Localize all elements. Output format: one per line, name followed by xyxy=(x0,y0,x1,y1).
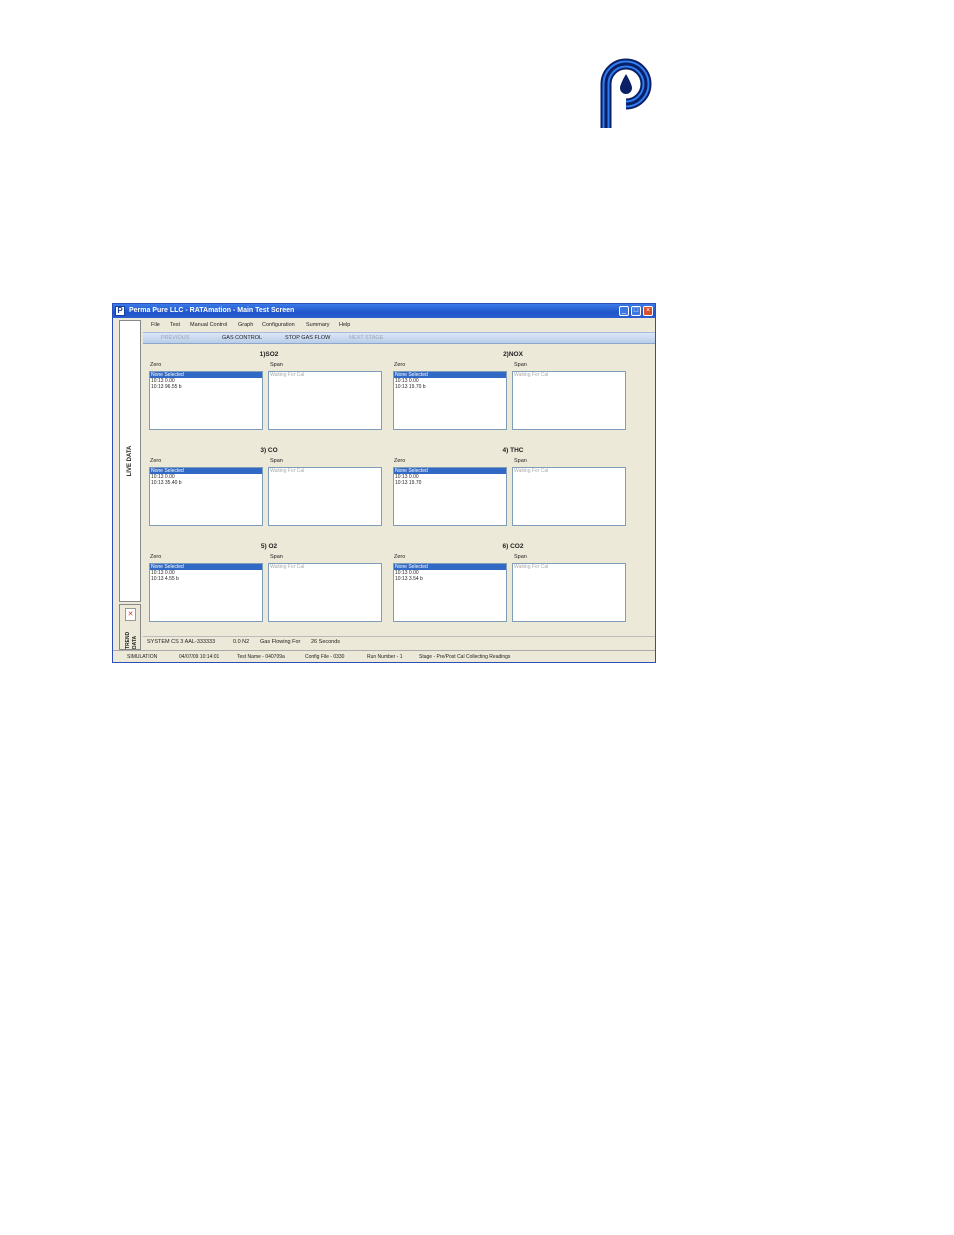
span-label: Span xyxy=(514,554,527,560)
config-file: Config File - 0330 xyxy=(305,654,345,660)
panel-title: 4) THC xyxy=(502,447,524,454)
stage-status: Stage - Pre/Post Cal Collecting Readings xyxy=(419,654,511,660)
zero-label: Zero xyxy=(150,362,162,368)
app-p-icon: P xyxy=(115,306,125,316)
status-bar: SIMULATION 04/07/09 10:14:01 Test Name -… xyxy=(113,650,655,662)
window-title: Perma Pure LLC - RATAmation - Main Test … xyxy=(129,307,295,314)
previous-button[interactable]: PREVIOUS xyxy=(161,333,189,343)
stop-gas-flow-button[interactable]: STOP GAS FLOW xyxy=(285,333,330,343)
gas-flow-label: Gas Flowing For xyxy=(260,639,301,645)
list-item[interactable]: Waiting For Cal xyxy=(269,564,381,570)
tab-live-data[interactable]: LIVE DATA xyxy=(119,320,141,602)
tab-trend-data[interactable]: ✕ TREND DATA xyxy=(119,604,141,650)
analyzer-panel-so2: 1)SO2 Zero Span None Selected 10:13 0.00… xyxy=(149,351,389,445)
zero-list[interactable]: None Selected 10:13 0.00 10:13 35.40 b xyxy=(149,467,263,526)
menu-help[interactable]: Help xyxy=(339,320,350,330)
zero-list[interactable]: None Selected 10:13 0.00 10:13 3.54 b xyxy=(393,563,507,622)
list-item[interactable]: Waiting For Cal xyxy=(269,372,381,378)
run-number: Run Number - 1 xyxy=(367,654,403,660)
zero-list[interactable]: None Selected 10:13 0.00 10:13 19.70 b xyxy=(393,371,507,430)
trend-chart-icon: ✕ xyxy=(125,608,136,621)
list-item[interactable]: 10:13 19.70 b xyxy=(394,384,506,390)
zero-label: Zero xyxy=(394,554,406,560)
list-item[interactable]: 10:13 96.55 b xyxy=(150,384,262,390)
gas-reading: 0.0 N2 xyxy=(233,639,250,645)
menu-summary[interactable]: Summary xyxy=(306,320,330,330)
menu-file[interactable]: File xyxy=(151,320,160,330)
analyzer-panel-co: 3) CO Zero Span None Selected 10:13 0.00… xyxy=(149,447,389,541)
zero-list[interactable]: None Selected 10:13 0.00 10:13 19.70 xyxy=(393,467,507,526)
span-list[interactable]: Waiting For Cal xyxy=(268,563,382,622)
span-list[interactable]: Waiting For Cal xyxy=(512,467,626,526)
span-list[interactable]: Waiting For Cal xyxy=(512,563,626,622)
next-stage-button[interactable]: NEXT STAGE xyxy=(349,333,383,343)
test-name: Test Name - 040709a xyxy=(237,654,285,660)
panel-title: 5) O2 xyxy=(260,543,278,550)
toolbar: PREVIOUS GAS CONTROL STOP GAS FLOW NEXT … xyxy=(143,332,655,344)
tab-trend-label-1: TREND xyxy=(125,631,131,649)
span-list[interactable]: Waiting For Cal xyxy=(512,371,626,430)
list-item[interactable]: Waiting For Cal xyxy=(513,468,625,474)
zero-label: Zero xyxy=(394,362,406,368)
side-tabs: LIVE DATA ✕ TREND DATA xyxy=(115,320,141,660)
list-item[interactable]: Waiting For Cal xyxy=(513,564,625,570)
panel-title: 1)SO2 xyxy=(259,351,279,358)
title-bar[interactable]: P Perma Pure LLC - RATAmation - Main Tes… xyxy=(113,304,655,318)
span-list[interactable]: Waiting For Cal xyxy=(268,371,382,430)
maximize-icon[interactable]: □ xyxy=(631,306,641,316)
gas-control-button[interactable]: GAS CONTROL xyxy=(222,333,262,343)
panel-title: 3) CO xyxy=(260,447,278,454)
app-window: P Perma Pure LLC - RATAmation - Main Tes… xyxy=(112,303,656,663)
analyzer-panel-nox: 2)NOX Zero Span None Selected 10:13 0.00… xyxy=(393,351,633,445)
list-item[interactable]: 10:13 35.40 b xyxy=(150,480,262,486)
menu-configuration[interactable]: Configuration xyxy=(262,320,295,330)
system-id: SYSTEM CS 3 AAL-333333 xyxy=(147,639,216,645)
menu-manual-control[interactable]: Manual Control xyxy=(190,320,227,330)
zero-label: Zero xyxy=(394,458,406,464)
gas-flow-time: 26 Seconds xyxy=(311,639,341,645)
span-label: Span xyxy=(270,362,283,368)
panel-title: 2)NOX xyxy=(503,351,523,358)
span-label: Span xyxy=(270,554,283,560)
tab-live-data-label: LIVE DATA xyxy=(127,445,133,477)
span-label: Span xyxy=(514,362,527,368)
list-item[interactable]: 10:13 4.55 b xyxy=(150,576,262,582)
zero-list[interactable]: None Selected 10:13 0.00 10:13 96.55 b xyxy=(149,371,263,430)
menu-test[interactable]: Test xyxy=(170,320,180,330)
list-item[interactable]: 10:13 19.70 xyxy=(394,480,506,486)
datetime: 04/07/09 10:14:01 xyxy=(179,654,220,660)
minimize-icon[interactable]: _ xyxy=(619,306,629,316)
analyzer-panel-co2: 6) CO2 Zero Span None Selected 10:13 0.0… xyxy=(393,543,633,637)
span-label: Span xyxy=(270,458,283,464)
list-item[interactable]: 10:13 3.54 b xyxy=(394,576,506,582)
mode-status: SIMULATION xyxy=(127,654,158,660)
span-label: Span xyxy=(514,458,527,464)
span-list[interactable]: Waiting For Cal xyxy=(268,467,382,526)
zero-label: Zero xyxy=(150,458,162,464)
system-status-bar: SYSTEM CS 3 AAL-333333 0.0 N2 Gas Flowin… xyxy=(143,636,655,648)
analyzer-panel-o2: 5) O2 Zero Span None Selected 10:13 0.00… xyxy=(149,543,389,637)
tab-trend-label-2: DATA xyxy=(132,635,138,649)
list-item[interactable]: Waiting For Cal xyxy=(513,372,625,378)
analyzer-panel-thc: 4) THC Zero Span None Selected 10:13 0.0… xyxy=(393,447,633,541)
zero-label: Zero xyxy=(150,554,162,560)
panel-title: 6) CO2 xyxy=(502,543,524,550)
close-icon[interactable]: × xyxy=(643,306,653,316)
menu-graph[interactable]: Graph xyxy=(238,320,253,330)
zero-list[interactable]: None Selected 10:13 0.00 10:13 4.55 b xyxy=(149,563,263,622)
perma-pure-logo xyxy=(600,58,652,128)
list-item[interactable]: Waiting For Cal xyxy=(269,468,381,474)
menu-bar: File Test Manual Control Graph Configura… xyxy=(143,320,655,330)
